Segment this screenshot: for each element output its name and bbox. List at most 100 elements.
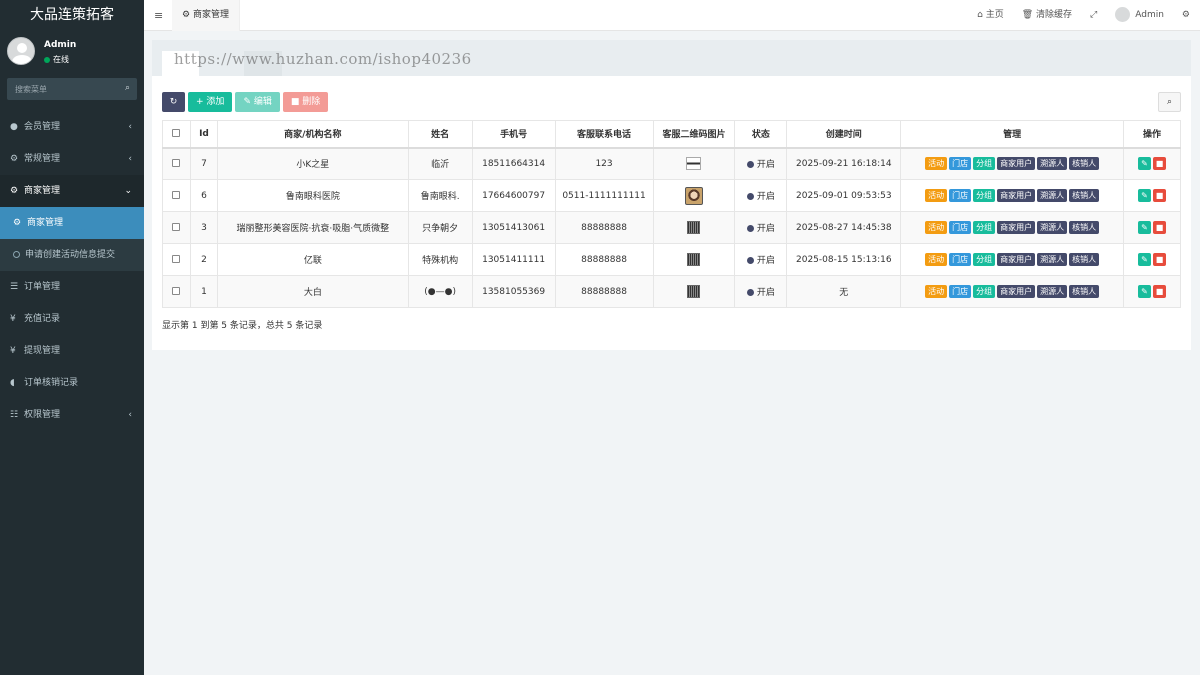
col-status[interactable]: 状态 [734,120,788,149]
store-button[interactable]: 门店 [949,157,972,171]
sidebar-menu: ● 会员管理 ‹ ⚙ 常规管理 ‹ ⚙ 商家管理 ⌄ ⚙ 商家管理 申请创建活动信息提交 ☰ 订… [0,111,144,431]
row-delete-button[interactable]: ■ [1152,157,1166,171]
store-button[interactable]: 门店 [949,221,972,234]
verifier-button[interactable]: 核销人 [1069,221,1100,234]
gear-icon[interactable]: ⚙ [1182,0,1190,31]
merchant-user-button[interactable]: 商家用户 [997,285,1036,298]
cell-service: 88888888 [554,275,654,308]
activity-button[interactable]: 活动 [925,189,948,202]
row-edit-button[interactable]: ✎ [1137,157,1151,171]
col-created[interactable]: 创建时间 [786,120,902,149]
add-button[interactable]: + 添加 [188,92,233,112]
edit-button[interactable]: ✎ 编辑 [235,92,280,112]
col-name[interactable]: 商家/机构名称 [216,120,409,149]
group-button[interactable]: 分组 [973,285,996,298]
col-person[interactable]: 姓名 [407,120,473,149]
group-button[interactable]: 分组 [973,189,996,202]
cell-service: 0511-1111111111 [554,179,654,212]
verifier-button[interactable]: 核销人 [1069,157,1100,171]
group-button[interactable]: 分组 [973,253,996,266]
row-edit-button[interactable]: ✎ [1137,221,1151,234]
row-edit-button[interactable]: ✎ [1137,253,1151,266]
row-delete-button[interactable]: ■ [1152,285,1166,298]
menu-search-input[interactable] [7,78,137,100]
qr-image[interactable] [687,253,701,266]
top-header: ≡ ⚙ 商家管理 ⌂ 主页 🗑︎ 清除缓存 ⤢ Admin ⚙ [144,0,1200,31]
row-delete-button[interactable]: ■ [1152,221,1166,234]
activity-button[interactable]: 活动 [925,157,948,171]
activity-button[interactable]: 活动 [925,285,948,298]
menu-toggle-icon[interactable]: ≡ [154,9,163,22]
app-logo[interactable]: 大品连策拓客 [0,0,144,31]
group-button[interactable]: 分组 [973,221,996,234]
sidebar-item-verification[interactable]: ◖ 订单核销记录 [0,367,144,399]
col-phone[interactable]: 手机号 [471,120,556,149]
status-dot-icon [746,257,754,264]
status-dot-icon [746,225,754,232]
store-button[interactable]: 门店 [949,253,972,266]
qr-image[interactable] [687,221,701,234]
tracer-button[interactable]: 溯源人 [1037,189,1068,202]
header-user[interactable]: Admin [1115,0,1164,31]
row-delete-button[interactable]: ■ [1152,189,1166,202]
sidebar-subitem-merchant-manage[interactable]: ⚙ 商家管理 [0,207,144,239]
search-icon[interactable]: ⌕ [125,83,130,93]
list-icon: ☰ [10,282,19,292]
verifier-button[interactable]: 核销人 [1069,285,1100,298]
row-checkbox[interactable] [172,159,181,168]
group-icon: ☷ [10,410,19,420]
table-search-button[interactable]: ⌕ [1158,92,1181,112]
row-checkbox[interactable] [172,223,181,231]
tab-merchant-manage[interactable]: ⚙ 商家管理 [172,0,240,31]
cell-id: 7 [189,147,218,180]
sidebar-item-members[interactable]: ● 会员管理 ‹ [0,111,144,143]
qr-image[interactable] [686,157,702,171]
status-text: 开启 [756,288,775,298]
row-checkbox[interactable] [172,191,181,199]
home-link[interactable]: ⌂ 主页 [977,0,1004,31]
qr-image[interactable] [687,285,701,298]
col-service-phone[interactable]: 客服联系电话 [554,120,654,149]
sidebar-item-merchants[interactable]: ⚙ 商家管理 ⌄ [0,175,144,207]
cell-id: 6 [189,179,218,212]
clear-cache-button[interactable]: 🗑︎ 清除缓存 [1022,0,1072,31]
col-qr[interactable]: 客服二维码图片 [652,120,736,149]
sidebar-subitem-activity-apply[interactable]: 申请创建活动信息提交 [0,239,144,271]
activity-button[interactable]: 活动 [925,253,948,266]
tracer-button[interactable]: 溯源人 [1037,221,1068,234]
merchant-user-button[interactable]: 商家用户 [997,189,1036,202]
row-delete-button[interactable]: ■ [1152,253,1166,266]
row-edit-button[interactable]: ✎ [1137,285,1151,298]
sidebar-item-permissions[interactable]: ☷ 权限管理 ‹ [0,399,144,431]
tracer-button[interactable]: 溯源人 [1037,157,1068,171]
row-checkbox[interactable] [172,255,181,263]
refresh-button[interactable]: ↻ [162,92,185,112]
row-edit-button[interactable]: ✎ [1137,189,1151,202]
store-button[interactable]: 门店 [949,189,972,202]
merchant-user-button[interactable]: 商家用户 [997,221,1036,234]
sidebar-item-recharge[interactable]: ¥ 充值记录 [0,303,144,335]
cell-person: 鲁南眼科. [407,179,473,212]
merchant-user-button[interactable]: 商家用户 [997,157,1036,171]
fullscreen-icon[interactable]: ⤢ [1090,0,1097,31]
store-button[interactable]: 门店 [949,285,972,298]
select-all-checkbox[interactable] [172,129,181,138]
user-status: 在线 [44,54,69,65]
sidebar-item-orders[interactable]: ☰ 订单管理 [0,271,144,303]
sidebar-item-general[interactable]: ⚙ 常规管理 ‹ [0,143,144,175]
tracer-button[interactable]: 溯源人 [1037,285,1068,298]
verifier-button[interactable]: 核销人 [1069,253,1100,266]
merchant-user-button[interactable]: 商家用户 [997,253,1036,266]
tracer-button[interactable]: 溯源人 [1037,253,1068,266]
sidebar-item-withdraw[interactable]: ¥ 提现管理 [0,335,144,367]
menu-search: ⌕ [7,78,137,100]
activity-button[interactable]: 活动 [925,221,948,234]
delete-button[interactable]: ■ 删除 [282,92,329,112]
row-checkbox[interactable] [172,287,181,295]
group-button[interactable]: 分组 [973,157,996,171]
col-id[interactable]: Id [189,120,218,149]
plus-icon: + [196,97,204,107]
qr-image[interactable] [684,186,703,205]
user-circle-icon: ● [10,122,18,132]
verifier-button[interactable]: 核销人 [1069,189,1100,202]
